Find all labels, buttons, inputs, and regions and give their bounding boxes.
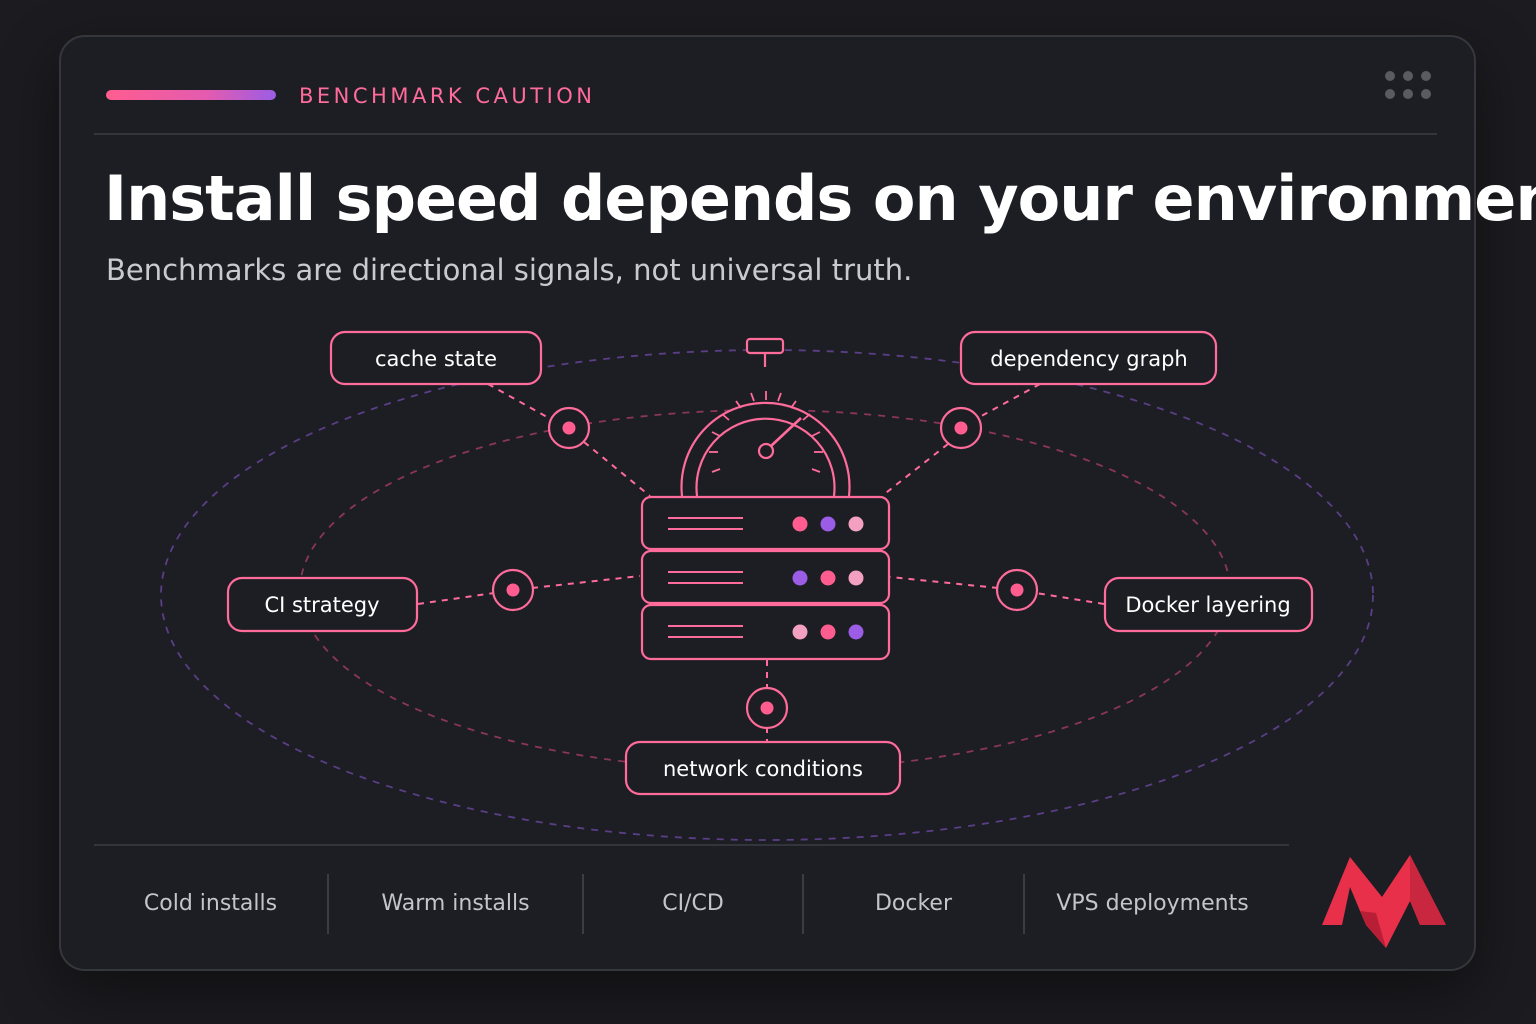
junction-node [939, 406, 983, 450]
factor-ci-strategy: CI strategy [226, 576, 419, 633]
junction-node [491, 568, 535, 612]
factor-label: dependency graph [990, 347, 1188, 371]
junction-node [547, 406, 591, 450]
connector-cache-state-inner [583, 441, 651, 497]
factor-docker-layering: Docker layering [1103, 576, 1314, 633]
junction-node [995, 568, 1039, 612]
connector-dependency-graph-inner [881, 443, 949, 497]
context-item-cold-installs: Cold installs [143, 890, 278, 916]
context-item-ci-cd: CI/CD [662, 890, 724, 916]
connector-docker-layering [1035, 592, 1105, 605]
stopwatch-icon [680, 337, 851, 497]
connector-docker-layering-inner [889, 576, 999, 589]
brand-logo-icon [1322, 855, 1446, 948]
factor-label: CI strategy [264, 593, 379, 617]
factor-label: network conditions [663, 757, 863, 781]
server-stack-icon [640, 495, 891, 661]
factor-dependency-graph: dependency graph [959, 330, 1218, 386]
factor-label: Docker layering [1125, 593, 1290, 617]
junction-node [745, 686, 789, 730]
factor-label: cache state [375, 347, 497, 371]
context-item-vps-deployments: VPS deployments [1056, 890, 1249, 916]
factor-network-conditions: network conditions [624, 740, 902, 796]
context-item-docker: Docker [874, 890, 953, 916]
connector-dependency-graph [973, 383, 1041, 421]
bottom-divider [94, 844, 1289, 846]
environment-diagram: cache state dependency graph CI strategy… [160, 330, 1374, 841]
factor-cache-state: cache state [329, 330, 543, 386]
context-footer: Cold installs Warm installs CI/CD Docker… [94, 872, 1289, 934]
connector-ci-strategy [417, 592, 495, 605]
context-item-warm-installs: Warm installs [381, 890, 530, 916]
connector-cache-state [487, 383, 557, 423]
connector-ci-strategy-inner [531, 575, 641, 589]
